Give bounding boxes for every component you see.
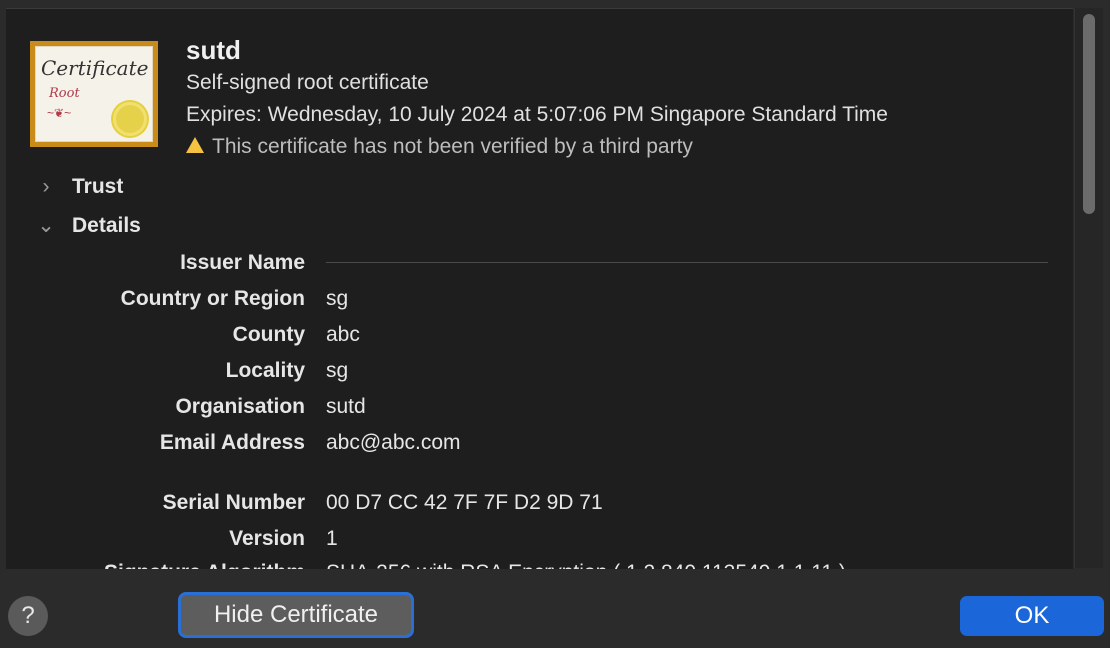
warning-icon [186,137,204,154]
detail-key: Serial Number [162,491,305,514]
detail-value: 00 D7 CC 42 7F 7F D2 9D 71 [326,491,603,514]
detail-key: County [232,323,305,346]
seal-icon [113,102,147,136]
detail-key: Signature Algorithm [104,561,305,569]
details-disclosure[interactable]: ⌄ Details [36,213,141,238]
ok-button[interactable]: OK [960,596,1104,636]
detail-value: SHA-256 with RSA Encryption ( 1.2.840.11… [326,561,846,569]
hide-certificate-button[interactable]: Hide Certificate [178,592,414,638]
detail-key: Email Address [159,431,305,454]
detail-key: Organisation [175,395,305,418]
detail-row: County abc [6,323,1073,353]
issuer-name-label: Issuer Name [180,251,305,274]
detail-row-partial: Signature Algorithm SHA-256 with RSA Enc… [6,561,1073,569]
certificate-expiry: Expires: Wednesday, 10 July 2024 at 5:07… [186,103,888,126]
vertical-scrollbar[interactable] [1074,8,1103,568]
verification-warning: This certificate has not been verified b… [186,135,693,159]
details-label: Details [72,214,141,237]
certificate-name: sutd [186,35,241,65]
detail-key: Locality [225,359,305,382]
flourish-icon: ~❦~ [47,106,72,120]
certificate-icon: Certificate Root ~❦~ [30,41,158,147]
detail-row: Version 1 [6,527,1073,557]
certificate-icon-subtitle: Root [49,86,80,101]
verification-warning-text: This certificate has not been verified b… [212,135,693,158]
scrollbar-thumb[interactable] [1083,14,1095,214]
chevron-down-icon[interactable]: ⌄ [36,213,56,238]
certificate-icon-title: Certificate [41,56,149,80]
chevron-right-icon[interactable]: › [36,175,56,199]
detail-value: 1 [326,527,338,550]
divider [326,262,1048,263]
detail-value: sutd [326,395,366,418]
detail-row: Email Address abc@abc.com [6,431,1073,461]
detail-row: Serial Number 00 D7 CC 42 7F 7F D2 9D 71 [6,491,1073,521]
detail-key: Country or Region [120,287,305,310]
trust-disclosure[interactable]: › Trust [36,175,124,199]
help-button[interactable]: ? [8,596,48,636]
detail-value: sg [326,359,349,382]
detail-value: sg [326,287,349,310]
issuer-name-header: Issuer Name [6,251,1073,281]
trust-label: Trust [72,175,124,198]
certificate-details-panel: Certificate Root ~❦~ sutd Self-signed ro… [6,8,1073,569]
detail-row: Locality sg [6,359,1073,389]
detail-key: Version [229,527,305,550]
detail-row: Country or Region sg [6,287,1073,317]
detail-value: abc@abc.com [326,431,461,454]
detail-value: abc [326,323,360,346]
detail-row: Organisation sutd [6,395,1073,425]
certificate-type: Self-signed root certificate [186,71,429,94]
